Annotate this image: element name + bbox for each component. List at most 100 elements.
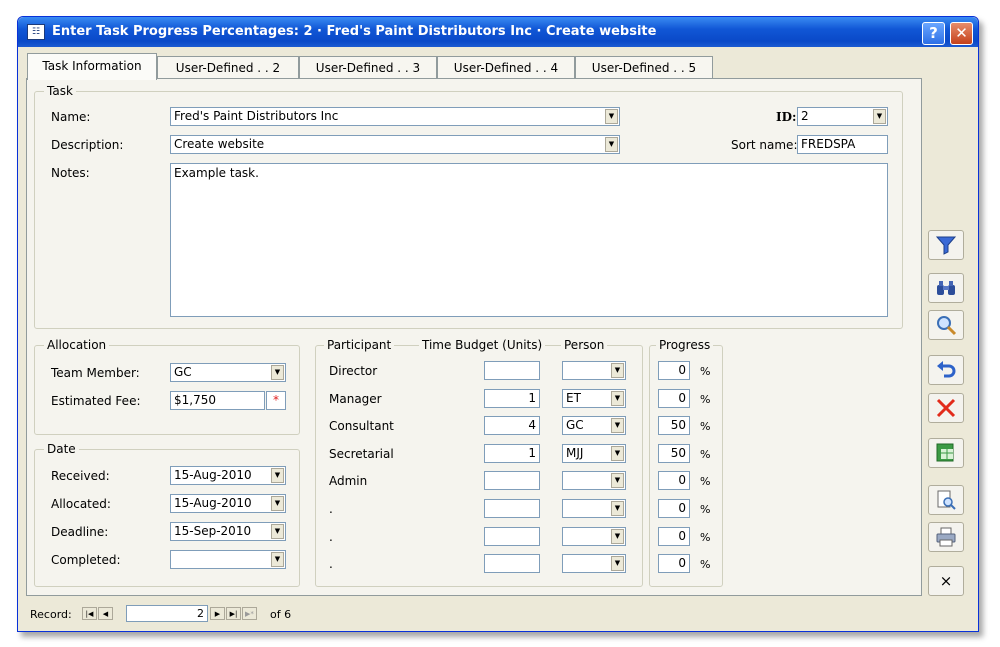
progress-field[interactable]: 0 — [658, 388, 690, 408]
id-dropdown-icon[interactable]: ▼ — [873, 109, 886, 124]
window-title: Enter Task Progress Percentages: 2 · Fre… — [52, 24, 657, 39]
received-dropdown-icon[interactable]: ▼ — [271, 468, 284, 483]
date-group-label: Date — [44, 442, 79, 456]
record-count: of 6 — [270, 608, 292, 621]
participant-header: Participant — [324, 338, 395, 352]
participant-name: . — [329, 557, 333, 572]
record-label: Record: — [30, 608, 72, 621]
title-bar[interactable]: ☷ Enter Task Progress Percentages: 2 · F… — [18, 17, 978, 47]
record-number-field[interactable]: 2 — [126, 605, 208, 622]
completed-date-field[interactable] — [170, 550, 286, 569]
form-icon: ☷ — [27, 24, 45, 40]
person-dropdown-icon[interactable]: ▼ — [611, 501, 624, 516]
person-dropdown-icon[interactable]: ▼ — [611, 363, 624, 378]
progress-field[interactable]: 0 — [658, 526, 690, 546]
time-budget-field[interactable] — [484, 526, 540, 546]
next-record-button[interactable]: ▶ — [210, 607, 225, 620]
find-button[interactable] — [928, 273, 964, 303]
received-date-field[interactable]: 15-Aug-2010 — [170, 466, 286, 485]
id-label: ID: — [776, 110, 797, 124]
close-window-button[interactable]: ✕ — [950, 22, 973, 45]
team-member-label: Team Member: — [51, 366, 140, 380]
delete-button[interactable] — [928, 393, 964, 423]
last-record-button[interactable]: ▶| — [226, 607, 241, 620]
progress-field[interactable]: 0 — [658, 554, 690, 574]
time-budget-header: Time Budget (Units) — [419, 338, 546, 352]
close-form-button[interactable]: × — [928, 566, 964, 596]
print-preview-button[interactable] — [928, 485, 964, 515]
completed-dropdown-icon[interactable]: ▼ — [271, 552, 284, 567]
undo-icon — [937, 361, 956, 378]
team-member-combo[interactable]: GC — [170, 363, 286, 382]
time-budget-field[interactable] — [484, 499, 540, 518]
tab-user-defined-5[interactable]: User-Defined . . 5 — [575, 56, 713, 79]
tab-user-defined-3[interactable]: User-Defined . . 3 — [299, 56, 437, 79]
allocation-group-label: Allocation — [44, 338, 110, 352]
deadline-dropdown-icon[interactable]: ▼ — [271, 524, 284, 539]
sort-name-field[interactable]: FREDSPA — [797, 135, 888, 154]
print-preview-icon — [937, 490, 956, 510]
progress-field[interactable]: 50 — [658, 416, 690, 436]
person-dropdown-icon[interactable]: ▼ — [611, 390, 624, 406]
progress-field[interactable]: 50 — [658, 443, 690, 463]
progress-field[interactable]: 0 — [658, 471, 690, 491]
fee-marker-button[interactable]: * — [266, 391, 286, 410]
estimated-fee-label: Estimated Fee: — [51, 394, 141, 408]
time-budget-field[interactable] — [484, 471, 540, 491]
undo-button[interactable] — [928, 355, 964, 385]
deadline-date-field[interactable]: 15-Sep-2010 — [170, 522, 286, 541]
person-dropdown-icon[interactable]: ▼ — [611, 528, 624, 544]
time-budget-field[interactable]: 4 — [484, 416, 540, 436]
allocated-dropdown-icon[interactable]: ▼ — [271, 496, 284, 511]
filter-icon — [935, 236, 957, 255]
form-window: ☷ Enter Task Progress Percentages: 2 · F… — [17, 16, 979, 632]
percent-label: % — [700, 558, 711, 572]
time-budget-field[interactable] — [484, 361, 540, 380]
time-budget-field[interactable]: 1 — [484, 443, 540, 463]
person-dropdown-icon[interactable]: ▼ — [611, 556, 624, 572]
sort-name-label: Sort name: — [731, 138, 798, 152]
record-navigator: Record: |◀ ◀ 2 ▶ ▶| ▶* of 6 — [26, 605, 969, 625]
description-label: Description: — [51, 138, 124, 152]
person-dropdown-icon[interactable]: ▼ — [611, 473, 624, 489]
tab-task-information[interactable]: Task Information — [27, 53, 157, 80]
tab-user-defined-4[interactable]: User-Defined . . 4 — [437, 56, 575, 79]
progress-field[interactable]: 0 — [658, 361, 690, 380]
previous-record-button[interactable]: ◀ — [98, 607, 113, 620]
person-header: Person — [561, 338, 608, 352]
spreadsheet-icon — [936, 443, 954, 462]
name-combo[interactable]: Fred's Paint Distributors Inc — [170, 107, 620, 126]
time-budget-field[interactable]: 1 — [484, 388, 540, 408]
spreadsheet-button[interactable] — [928, 438, 964, 468]
zoom-button[interactable] — [928, 310, 964, 340]
description-dropdown-icon[interactable]: ▼ — [605, 137, 618, 152]
percent-label: % — [700, 530, 711, 544]
participants-group — [315, 345, 643, 587]
new-record-button[interactable]: ▶* — [242, 607, 257, 620]
tab-panel: Task Name: Fred's Paint Distributors Inc… — [26, 78, 922, 596]
allocated-date-field[interactable]: 15-Aug-2010 — [170, 494, 286, 513]
time-budget-field[interactable] — [484, 554, 540, 574]
notes-textarea[interactable]: Example task. — [170, 163, 888, 317]
filter-button[interactable] — [928, 230, 964, 260]
magnifier-icon — [937, 316, 957, 336]
percent-label: % — [700, 475, 711, 489]
team-member-dropdown-icon[interactable]: ▼ — [271, 365, 284, 380]
participant-name: . — [329, 529, 333, 544]
description-combo[interactable]: Create website — [170, 135, 620, 154]
binoculars-icon — [937, 281, 955, 295]
completed-label: Completed: — [51, 553, 121, 567]
progress-field[interactable]: 0 — [658, 499, 690, 518]
participant-name: Secretarial — [329, 446, 394, 461]
progress-header: Progress — [656, 338, 714, 352]
name-dropdown-icon[interactable]: ▼ — [605, 109, 618, 124]
tab-user-defined-2[interactable]: User-Defined . . 2 — [157, 56, 299, 79]
person-dropdown-icon[interactable]: ▼ — [611, 445, 624, 461]
allocated-label: Allocated: — [51, 497, 111, 511]
first-record-button[interactable]: |◀ — [82, 607, 97, 620]
participant-name: Manager — [329, 391, 382, 406]
help-button[interactable]: ? — [922, 22, 945, 45]
print-button[interactable] — [928, 522, 964, 552]
person-dropdown-icon[interactable]: ▼ — [611, 418, 624, 434]
estimated-fee-field[interactable]: $1,750 — [170, 391, 265, 410]
